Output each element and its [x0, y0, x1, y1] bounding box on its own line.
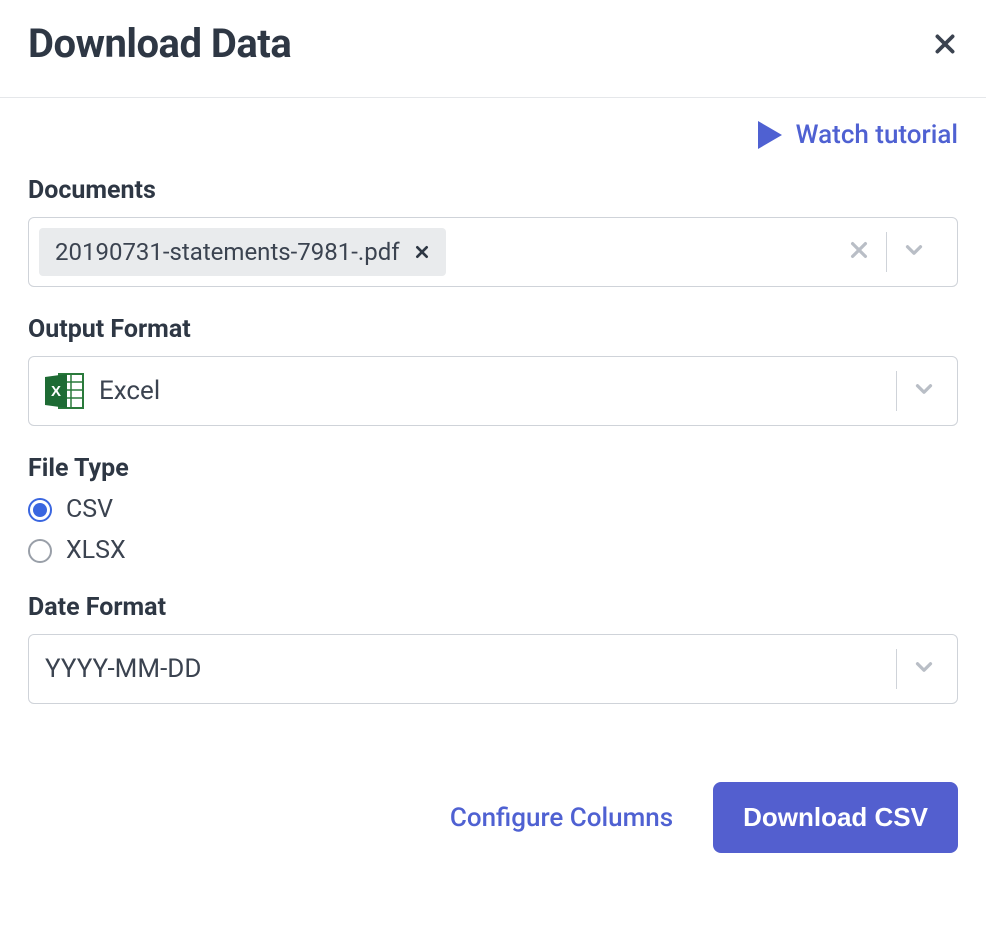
download-data-modal: Download Data Watch tutorial Documents 2… — [0, 0, 986, 893]
file-type-radio-xlsx[interactable]: XLSX — [28, 536, 958, 565]
output-format-label: Output Format — [28, 315, 958, 344]
documents-label: Documents — [28, 176, 958, 205]
excel-icon: X — [45, 372, 85, 410]
radio-dot-icon — [28, 539, 52, 563]
date-format-label: Date Format — [28, 593, 958, 622]
chevron-down-icon — [911, 376, 937, 402]
close-icon — [932, 31, 958, 57]
document-chip-label: 20190731-statements-7981-.pdf — [55, 238, 400, 266]
file-type-xlsx-label: XLSX — [66, 536, 126, 565]
watch-tutorial-label: Watch tutorial — [796, 120, 958, 150]
select-controls — [896, 649, 957, 689]
close-icon — [848, 239, 870, 261]
modal-footer: Configure Columns Download CSV — [0, 732, 986, 893]
play-icon — [758, 121, 782, 149]
radio-dot-icon — [28, 498, 52, 522]
configure-columns-link[interactable]: Configure Columns — [450, 803, 673, 833]
file-type-csv-label: CSV — [66, 495, 113, 524]
file-type-radio-csv[interactable]: CSV — [28, 495, 958, 524]
select-controls — [896, 371, 957, 411]
chevron-down-icon — [911, 654, 937, 680]
date-format-select[interactable]: YYYY-MM-DD — [28, 634, 958, 704]
file-type-label: File Type — [28, 454, 958, 483]
document-chip: 20190731-statements-7981-.pdf — [39, 228, 446, 276]
svg-text:X: X — [51, 383, 61, 400]
documents-multiselect[interactable]: 20190731-statements-7981-.pdf — [28, 217, 958, 287]
output-format-select[interactable]: X Excel — [28, 356, 958, 426]
close-button[interactable] — [932, 31, 958, 57]
output-format-dropdown-toggle[interactable] — [897, 376, 951, 406]
output-format-section: Output Format X Excel — [28, 315, 958, 426]
modal-body: Watch tutorial Documents 20190731-statem… — [0, 98, 986, 704]
documents-dropdown-toggle[interactable] — [887, 237, 941, 267]
watch-tutorial-link[interactable]: Watch tutorial — [758, 120, 958, 150]
modal-title: Download Data — [28, 20, 291, 67]
download-csv-button[interactable]: Download CSV — [713, 782, 958, 853]
document-chip-remove[interactable] — [414, 238, 430, 266]
documents-section: Documents 20190731-statements-7981-.pdf — [28, 176, 958, 287]
clear-all-button[interactable] — [832, 239, 886, 265]
file-type-section: File Type CSV XLSX — [28, 454, 958, 565]
output-format-value: Excel — [99, 376, 160, 406]
modal-header: Download Data — [0, 0, 986, 98]
chevron-down-icon — [901, 237, 927, 263]
tutorial-row: Watch tutorial — [28, 120, 958, 150]
multiselect-controls — [832, 232, 947, 272]
date-format-section: Date Format YYYY-MM-DD — [28, 593, 958, 704]
close-icon — [414, 244, 430, 260]
date-format-value: YYYY-MM-DD — [45, 654, 201, 684]
file-type-radios: CSV XLSX — [28, 495, 958, 565]
output-format-value-wrap: X Excel — [45, 372, 160, 410]
date-format-dropdown-toggle[interactable] — [897, 654, 951, 684]
